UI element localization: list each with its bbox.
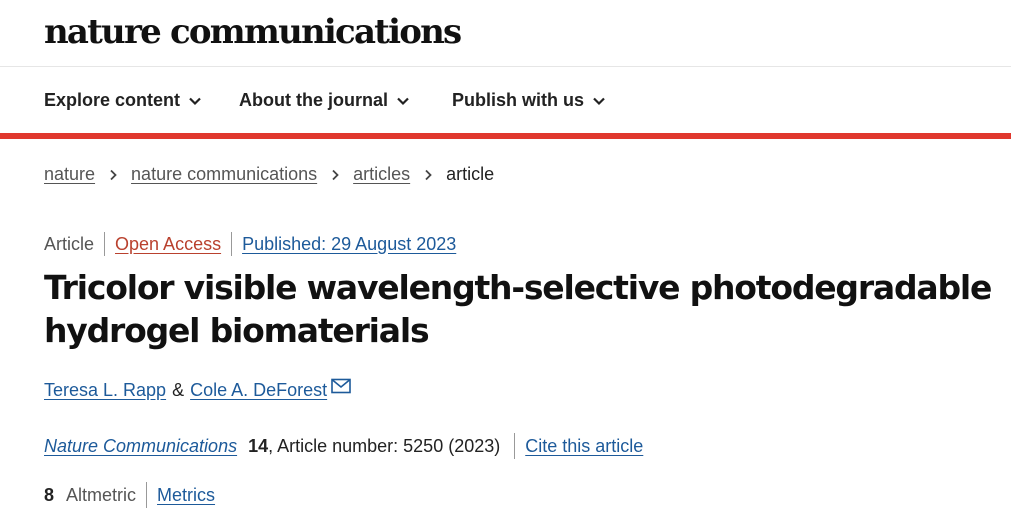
breadcrumb-articles[interactable]: articles (353, 164, 410, 185)
metrics-link[interactable]: Metrics (157, 485, 215, 506)
nav-item-label: Explore content (44, 90, 181, 110)
breadcrumb-nature[interactable]: nature (44, 164, 95, 185)
nav-item-label: Publish with us (452, 90, 585, 110)
volume-number: 14 (248, 435, 269, 456)
metrics-bar: 8 Altmetric Metrics (44, 482, 215, 508)
citation-line: Nature Communications 14 , Article numbe… (44, 433, 643, 459)
chevron-down-icon (189, 97, 201, 105)
nav-about-journal[interactable]: About the journal (239, 90, 410, 111)
chevron-down-icon (593, 97, 605, 105)
journal-link[interactable]: Nature Communications (44, 436, 237, 457)
nav-explore-content[interactable]: Explore content (44, 90, 202, 111)
cite-this-article-link[interactable]: Cite this article (525, 436, 643, 457)
author-separator: & (172, 380, 185, 400)
open-access-link[interactable]: Open Access (115, 234, 221, 255)
divider (514, 433, 516, 459)
main-nav: Explore content About the journal Publis… (0, 67, 1011, 133)
breadcrumb-nature-communications[interactable]: nature communications (131, 164, 317, 185)
article-meta: Article Open Access Published: 29 August… (44, 232, 456, 256)
breadcrumb: nature nature communications articles ar… (44, 164, 494, 185)
breadcrumb-current: article (446, 164, 495, 184)
nav-publish-with-us[interactable]: Publish with us (452, 90, 606, 111)
site-logo[interactable]: nature communications (44, 10, 462, 54)
author-list: Teresa L. Rapp & Cole A. DeForest (44, 378, 351, 401)
chevron-down-icon (397, 97, 409, 105)
divider (146, 482, 148, 508)
accent-divider (0, 133, 1011, 139)
article-title: Tricolor visible wavelength-selective ph… (44, 268, 992, 350)
divider (231, 232, 233, 256)
altmetric-label: Altmetric (66, 484, 137, 505)
mail-icon[interactable] (331, 378, 351, 394)
author-link[interactable]: Cole A. DeForest (190, 380, 327, 401)
masthead: nature communications (0, 0, 1011, 67)
chevron-right-icon (332, 169, 339, 180)
altmetric-count: 8 (44, 484, 55, 505)
nav-item-label: About the journal (239, 90, 388, 110)
chevron-right-icon (110, 169, 117, 180)
article-type: Article (44, 233, 95, 254)
divider (104, 232, 106, 256)
article-number: , Article number: 5250 (2023) (268, 435, 501, 456)
published-date-link[interactable]: Published: 29 August 2023 (242, 234, 456, 255)
author-link[interactable]: Teresa L. Rapp (44, 380, 166, 401)
chevron-right-icon (425, 169, 432, 180)
